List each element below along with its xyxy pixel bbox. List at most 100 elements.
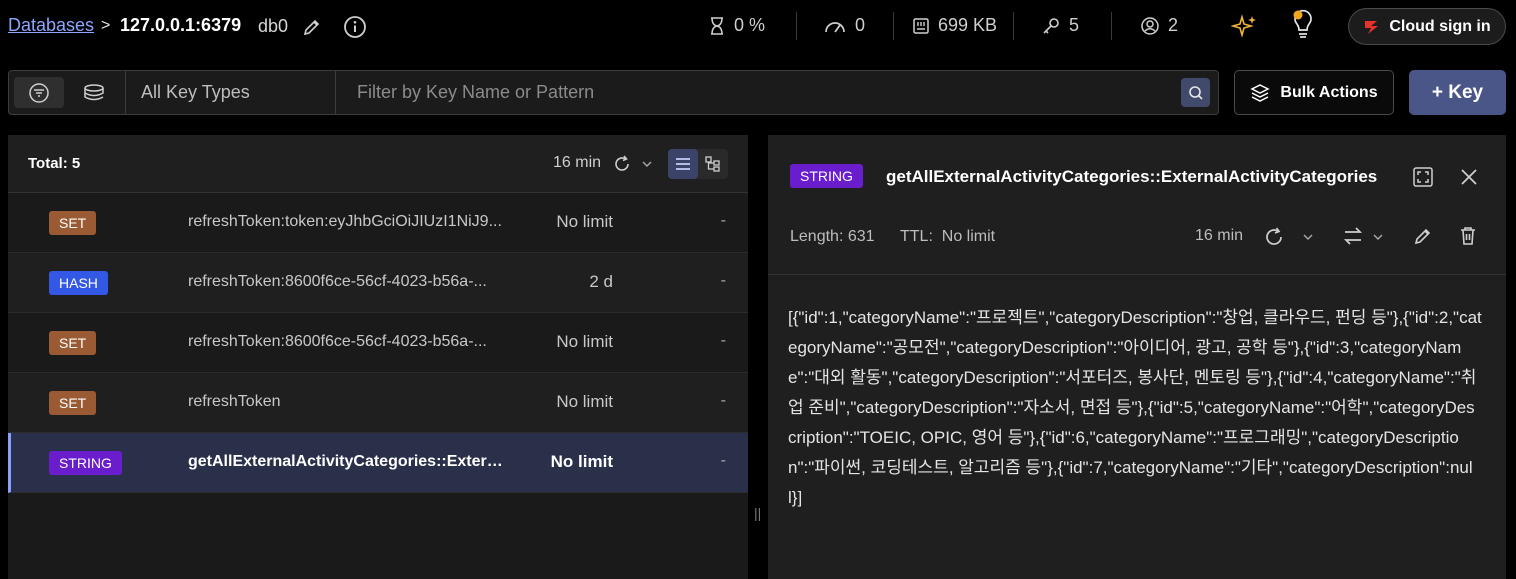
db-index-label: db0 [258,16,289,36]
add-key-button[interactable]: + Key [1409,70,1506,115]
bulk-actions-button[interactable]: Bulk Actions [1234,70,1394,115]
divider [893,12,894,40]
cpu-value: 0 % [734,15,766,35]
search-mode-toggle [9,71,126,114]
key-name: refreshToken [188,393,281,410]
key-size: - [720,212,726,229]
key-type-badge: STRING [49,451,122,475]
divider [1111,12,1112,40]
edit-db-pencil-icon[interactable] [300,15,324,39]
chevron-down-icon[interactable] [1301,230,1315,244]
divider [1013,12,1014,40]
memory-stat: 699 KB [912,15,997,36]
key-filter-bar: All Key Types [8,70,1219,115]
key-row[interactable]: SET refreshToken:8600f6ce-56cf-4023-b56a… [8,313,748,373]
gauge-icon [825,21,845,33]
key-type-badge: HASH [49,271,108,295]
keys-stat: 5 [1041,15,1079,36]
ttl-label: TTL: [900,228,933,245]
add-key-label: + Key [1431,81,1484,103]
selected-key-name: getAllExternalActivityCategories::Extern… [886,167,1378,186]
total-keys-count: Total: 5 [28,155,81,172]
key-type-badge: STRING [790,164,863,188]
ai-sparkle-icon[interactable] [1230,12,1260,42]
key-name: getAllExternalActivityCategories::Extern… [188,453,508,470]
key-ttl: No limit [550,452,613,471]
key-size: - [720,272,726,289]
bulk-actions-label: Bulk Actions [1280,83,1378,101]
key-size: - [720,332,726,349]
breadcrumb-host: 127.0.0.1:6379 [120,15,242,35]
key-ttl: No limit [556,392,613,411]
key-value-content[interactable]: [{"id":1,"categoryName":"프로젝트","category… [788,303,1483,513]
key-type-value: All Key Types [141,82,250,102]
divider [796,12,797,40]
breadcrumb-databases-link[interactable]: Databases [8,15,94,36]
chevron-down-icon[interactable] [639,155,655,173]
list-view-icon [676,158,690,170]
key-name: refreshToken:8600f6ce-56cf-4023-b56a-... [188,273,487,290]
user-icon [1141,16,1159,35]
key-type-badge: SET [49,391,97,415]
key-details-header: STRING getAllExternalActivityCategories:… [768,135,1506,275]
ops-value: 0 [855,15,866,35]
info-icon[interactable] [342,14,368,40]
close-icon[interactable] [1456,164,1482,190]
panel-resize-handle[interactable]: || [754,505,761,521]
cpu-stat: 0 % [708,15,765,36]
cpu-hourglass-icon [711,16,723,35]
delete-trash-icon[interactable] [1456,224,1480,248]
redis-logo-icon [1365,20,1379,34]
key-ttl-info[interactable]: TTL: No limit [900,228,995,246]
database-search-icon [84,83,104,100]
top-bar: Databases > 127.0.0.1:6379 db0 0 % 0 699… [0,0,1516,54]
breadcrumb-separator: > [101,17,111,34]
view-mode-toggle [668,149,728,179]
list-view-button[interactable] [668,149,698,179]
key-ttl: 2 d [589,272,613,291]
key-details-panel: STRING getAllExternalActivityCategories:… [768,135,1506,579]
refresh-icon[interactable] [1262,225,1286,249]
key-row[interactable]: SET refreshToken No limit - [8,373,748,433]
search-icon [1188,85,1203,100]
fullscreen-icon[interactable] [1410,164,1436,190]
key-list-panel: Total: 5 16 min SET refreshToken:token:e… [8,135,748,579]
key-type-select[interactable]: All Key Types [126,71,336,114]
refresh-icon[interactable] [611,153,633,175]
search-index-mode-button[interactable] [69,77,119,108]
key-row[interactable]: HASH refreshToken:8600f6ce-56cf-4023-b56… [8,253,748,313]
filter-mode-button[interactable] [14,77,64,108]
filter-icon [29,82,49,103]
tree-view-icon [705,156,720,172]
memory-value: 699 KB [938,15,998,35]
key-type-badge: SET [49,331,97,355]
clients-value: 2 [1168,15,1179,35]
key-name: refreshToken:token:eyJhbGciOiJIUzI1NiJ9.… [188,213,502,230]
key-type-badge: SET [49,211,97,235]
insights-lightbulb-icon[interactable] [1288,8,1318,42]
key-row[interactable]: SET refreshToken:token:eyJhbGciOiJIUzI1N… [8,193,748,253]
clients-stat: 2 [1140,15,1178,36]
cloud-sign-in-button[interactable]: Cloud sign in [1348,8,1506,45]
key-icon [1043,17,1059,34]
keys-value: 5 [1069,15,1080,35]
edit-pencil-icon[interactable] [1411,224,1435,248]
memory-icon [913,17,929,34]
key-name: refreshToken:8600f6ce-56cf-4023-b56a-... [188,333,487,350]
last-refresh-time: 16 min [1195,227,1244,244]
key-ttl: No limit [556,212,613,231]
value-length: Length: 631 [790,228,875,245]
key-row-selected[interactable]: STRING getAllExternalActivityCategories:… [8,433,748,493]
ops-stat: 0 [823,15,865,36]
layers-icon [1250,83,1271,102]
ttl-value: No limit [941,228,996,245]
key-list-header: Total: 5 16 min [8,135,748,193]
key-filter-input[interactable] [344,71,1174,114]
key-size: - [720,452,726,469]
tree-view-button[interactable] [698,149,728,179]
format-switch-icon[interactable] [1341,224,1365,248]
search-button[interactable] [1181,78,1210,107]
chevron-down-icon[interactable] [1371,230,1385,244]
key-ttl: No limit [556,332,613,351]
cloud-sign-in-label: Cloud sign in [1389,17,1491,35]
